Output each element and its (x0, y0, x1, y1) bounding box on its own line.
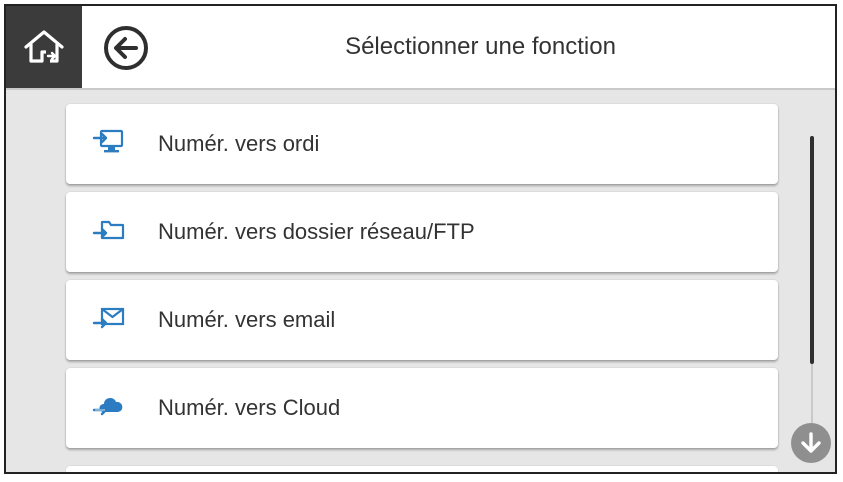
menu-item-scan-to-network-folder[interactable]: Numér. vers dossier réseau/FTP (66, 192, 778, 272)
cloud-icon (92, 398, 123, 416)
menu-item-label: Numér. vers dossier réseau/FTP (158, 219, 475, 244)
menu-item-scan-to-computer[interactable]: Numér. vers ordi (66, 104, 778, 184)
menu-item-label: Numér. vers Cloud (158, 395, 341, 420)
menu-item-label: Numér. vers email (158, 307, 336, 332)
scroll-down-icon (801, 432, 821, 453)
menu-item-partial[interactable] (66, 466, 778, 472)
back-button[interactable] (102, 24, 150, 72)
menu-item-scan-to-cloud[interactable]: Numér. vers Cloud (66, 368, 778, 448)
email-icon (92, 307, 125, 329)
back-arrow-icon (104, 26, 148, 70)
home-button[interactable] (6, 6, 82, 88)
home-icon (24, 30, 64, 63)
menu-item-scan-to-email[interactable]: Numér. vers email (66, 280, 778, 360)
header-bar: Sélectionner une fonction (6, 6, 835, 90)
network-folder-icon (92, 220, 125, 240)
scroll-down-button[interactable] (791, 423, 831, 463)
computer-icon (92, 129, 124, 153)
page-title: Sélectionner une fonction (345, 33, 616, 60)
menu-item-label: Numér. vers ordi (158, 131, 320, 156)
scrollbar-thumb[interactable] (810, 136, 814, 364)
printer-panel: Sélectionner une fonction Numér. vers or… (4, 4, 837, 474)
